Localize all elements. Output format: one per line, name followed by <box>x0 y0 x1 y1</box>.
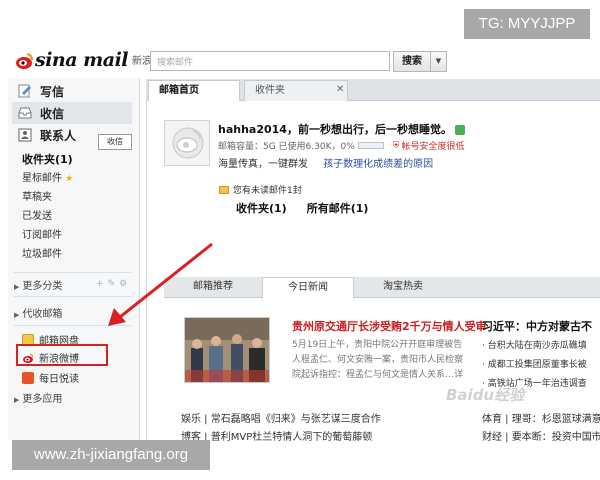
unread-links: 收件夹(1) 所有邮件(1) <box>236 200 368 216</box>
more-categories-label: 更多分类 <box>22 281 63 292</box>
news-summary-line: 人程孟仁、何文安贿一案，贵阳市人民检察 <box>292 355 464 365</box>
contacts-label: 联系人 <box>40 128 77 143</box>
news-headline[interactable]: 贵州原交通厅长涉受贿2千万与情人受审 <box>292 318 487 334</box>
unread-notice-text: 您有未读邮件1封 <box>233 186 302 196</box>
folder-subscriptions[interactable]: 订阅邮件 <box>22 226 132 245</box>
greeting-text: hahha2014，前一秒想出行，后一秒想睡觉。 <box>218 121 465 137</box>
tab-mail-home[interactable]: 邮箱首页 <box>148 80 240 102</box>
triangle-right-icon: ▶ <box>14 396 20 404</box>
search-dropdown-button[interactable]: ▼ <box>431 51 447 72</box>
tab-today-news[interactable]: 今日新闻 <box>262 277 354 299</box>
news-summary-line: 5月19日上午，贵阳中院公开开庭审理被告 <box>292 340 463 350</box>
promo-line: 海量传真，一键群发 孩子数理化成绩差的原因 <box>218 155 433 170</box>
news-bullet[interactable]: · 成都工投集团原董事长被 <box>482 356 587 375</box>
more-apps-label: 更多应用 <box>22 394 63 405</box>
news-photo[interactable] <box>184 317 270 383</box>
search-button[interactable]: 搜索 <box>393 51 431 72</box>
settings-folder-icon: ⚙ <box>119 279 132 289</box>
tip-link[interactable]: 孩子数理化成绩差的原因 <box>323 159 433 170</box>
tg-watermark-badge: TG: MYYJJPP <box>464 9 590 39</box>
edit-folder-icon: ✎ <box>107 279 120 289</box>
app-daily-read[interactable]: 每日悦读 <box>22 370 79 385</box>
mail-page: sina mail 新浪邮箱 搜索邮件 搜索 ▼ 写信 收信 联系人 收信 收件… <box>0 0 600 480</box>
folder-tools[interactable]: +✎⚙ <box>96 279 131 289</box>
star-icon: ★ <box>65 174 74 184</box>
security-warning-link[interactable]: 帐号安全度很低 <box>402 139 465 152</box>
site-watermark-badge: www.zh-jixiangfang.org <box>12 440 210 470</box>
sina-eye-icon <box>14 52 34 70</box>
more-apps-toggle[interactable]: ▶ 更多应用 <box>14 390 62 405</box>
proxy-mailbox-label: 代收邮箱 <box>22 309 63 320</box>
sidebar-divider <box>14 272 132 273</box>
envelope-icon <box>219 185 229 194</box>
receive-mail-link[interactable]: 收信 <box>12 102 132 124</box>
news-link-finance[interactable]: 财经 | 要本断：投资中国市 <box>482 428 600 443</box>
tab-inbox[interactable]: 收件夹 <box>244 80 348 101</box>
inbox-tray-icon <box>18 106 32 120</box>
news-bullet-text: 成都工投集团原董事长被 <box>487 360 587 370</box>
more-categories-toggle[interactable]: ▶ 更多分类 <box>14 277 62 292</box>
logo-text: sina mail <box>35 49 129 71</box>
sidebar-divider <box>14 325 132 326</box>
sina-mail-logo[interactable]: sina mail 新浪邮箱 <box>14 50 172 70</box>
folder-starred-label: 星标邮件 <box>22 173 62 184</box>
search-input[interactable]: 搜索邮件 <box>150 51 390 71</box>
news-summary: 5月19日上午，贵阳中院公开开庭审理被告 人程孟仁、何文安贿一案，贵阳市人民检察… <box>292 338 474 383</box>
tab-recommend[interactable]: 邮箱推荐 <box>166 277 260 298</box>
write-label: 写信 <box>40 84 65 99</box>
sidebar-divider <box>14 296 132 297</box>
unread-inbox-link[interactable]: 收件夹(1) <box>236 202 287 215</box>
tab-taobao[interactable]: 淘宝热卖 <box>356 277 450 298</box>
avatar[interactable] <box>164 120 210 166</box>
write-icon <box>18 84 32 98</box>
write-mail-link[interactable]: 写信 <box>12 80 132 102</box>
baidu-watermark: Baidu经验 <box>446 386 525 404</box>
greeting-label: hahha2014，前一秒想出行，后一秒想睡觉。 <box>218 123 452 136</box>
folder-list: 收件夹(1) 星标邮件 ★ 草稿夹 已发送 订阅邮件 垃圾邮件 <box>22 150 132 264</box>
proxy-mailbox-toggle[interactable]: ▶ 代收邮箱 <box>14 305 62 320</box>
quota-row: 邮箱容量：5G 已使用6.30K，0% ⛨ 帐号安全度很低 <box>218 139 465 153</box>
app-daily-read-label: 每日悦读 <box>39 374 79 385</box>
quota-bar <box>357 142 384 149</box>
folder-drafts[interactable]: 草稿夹 <box>22 188 132 207</box>
chevron-down-icon: ▼ <box>435 57 442 65</box>
folder-starred[interactable]: 星标邮件 ★ <box>22 169 132 188</box>
contacts-icon <box>18 128 32 142</box>
receive-label: 收信 <box>40 106 65 121</box>
news-bullet-text: 台积大陆在南沙赤瓜礁填 <box>487 341 587 351</box>
news-link-entertainment[interactable]: 娱乐 | 常石磊略唱《归来》与张艺谋三度合作 <box>181 410 381 425</box>
all-mail-link[interactable]: 所有邮件(1) <box>307 202 369 215</box>
unread-notice: 您有未读邮件1封 <box>219 183 302 196</box>
news-link-sports[interactable]: 体育 | 理哥：杉恩篮球满意女 <box>482 410 600 425</box>
fax-promo[interactable]: 海量传真，一键群发 <box>218 159 308 170</box>
receive-tooltip: 收信 <box>98 134 132 150</box>
news-bullet[interactable]: · 台积大陆在南沙赤瓜礁填 <box>482 337 587 356</box>
book-icon <box>22 371 34 384</box>
security-warning-icon: ⛨ <box>392 140 400 151</box>
share-icon[interactable] <box>454 125 465 135</box>
highlight-box <box>16 344 108 366</box>
add-folder-icon: + <box>96 279 108 289</box>
close-icon[interactable]: ✕ <box>336 84 344 95</box>
folder-spam[interactable]: 垃圾邮件 <box>22 245 132 264</box>
quota-label: 邮箱容量：5G 已使用6.30K，0% <box>218 142 355 152</box>
folder-inbox[interactable]: 收件夹(1) <box>22 150 132 169</box>
folder-sent[interactable]: 已发送 <box>22 207 132 226</box>
news-headline-secondary[interactable]: 习近平：中方对蒙古不 <box>482 318 592 334</box>
news-summary-line[interactable]: 院起诉指控：程孟仁与何文是情人关系…详 <box>292 368 474 383</box>
triangle-right-icon: ▶ <box>14 283 20 291</box>
triangle-right-icon: ▶ <box>14 311 20 319</box>
